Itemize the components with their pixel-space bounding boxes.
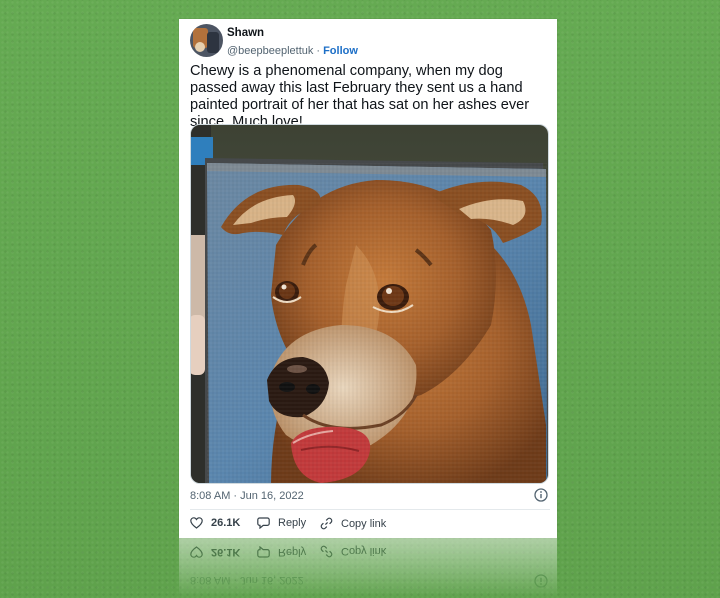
like-count: 26.1K [211, 517, 241, 529]
divider [190, 509, 550, 510]
reflection-reply-label: Reply [278, 546, 307, 558]
reflection-like-count: 26.1K [211, 546, 241, 558]
reflection-action-bar: 26.1K Reply Copy link [190, 542, 550, 558]
link-icon [320, 545, 333, 558]
handle-row: @beepbeeplettuk · Follow [227, 45, 358, 57]
copy-link-button[interactable]: Copy link [320, 517, 386, 530]
info-circle-icon [534, 574, 548, 588]
speech-bubble-icon [257, 546, 270, 558]
reflection-timestamp: 8:08 AM · Jun 16, 2022 [190, 574, 304, 586]
like-button[interactable]: 26.1K [190, 517, 240, 529]
reply-button[interactable]: Reply [257, 517, 306, 529]
heart-icon [190, 517, 203, 529]
display-name[interactable]: Shawn [227, 27, 264, 39]
reflection-reply: Reply [257, 546, 306, 558]
card-reflection: 8:08 AM · Jun 16, 2022 26.1K Reply Copy … [179, 538, 557, 598]
tweet-header: Shawn @beepbeeplettuk · Follow [190, 24, 540, 58]
action-bar: 26.1K Reply Copy link [190, 517, 550, 533]
tweet-photo[interactable] [190, 124, 549, 484]
avatar[interactable] [190, 24, 223, 57]
follow-button[interactable]: Follow [323, 45, 358, 57]
reply-label: Reply [278, 517, 307, 529]
tweet-text: Chewy is a phenomenal company, when my d… [190, 63, 530, 130]
heart-icon [190, 546, 203, 558]
reflection-copy: Copy link [320, 545, 386, 558]
dog-portrait-image [191, 125, 548, 483]
user-handle[interactable]: @beepbeeplettuk [227, 45, 313, 57]
separator-dot: · [316, 45, 321, 57]
link-icon [320, 517, 333, 530]
reflection-content: 8:08 AM · Jun 16, 2022 26.1K Reply Copy … [179, 538, 557, 598]
speech-bubble-icon [257, 517, 270, 529]
reflection-copy-label: Copy link [341, 545, 387, 558]
reflection-like: 26.1K [190, 546, 240, 558]
tweet-card: Shawn @beepbeeplettuk · Follow Chewy is a … [179, 19, 557, 538]
copy-link-label: Copy link [341, 517, 387, 530]
tweet-timestamp[interactable]: 8:08 AM · Jun 16, 2022 [190, 490, 304, 502]
avatar-shape [207, 32, 219, 53]
avatar-shape [195, 42, 205, 52]
info-circle-icon[interactable] [534, 488, 548, 502]
